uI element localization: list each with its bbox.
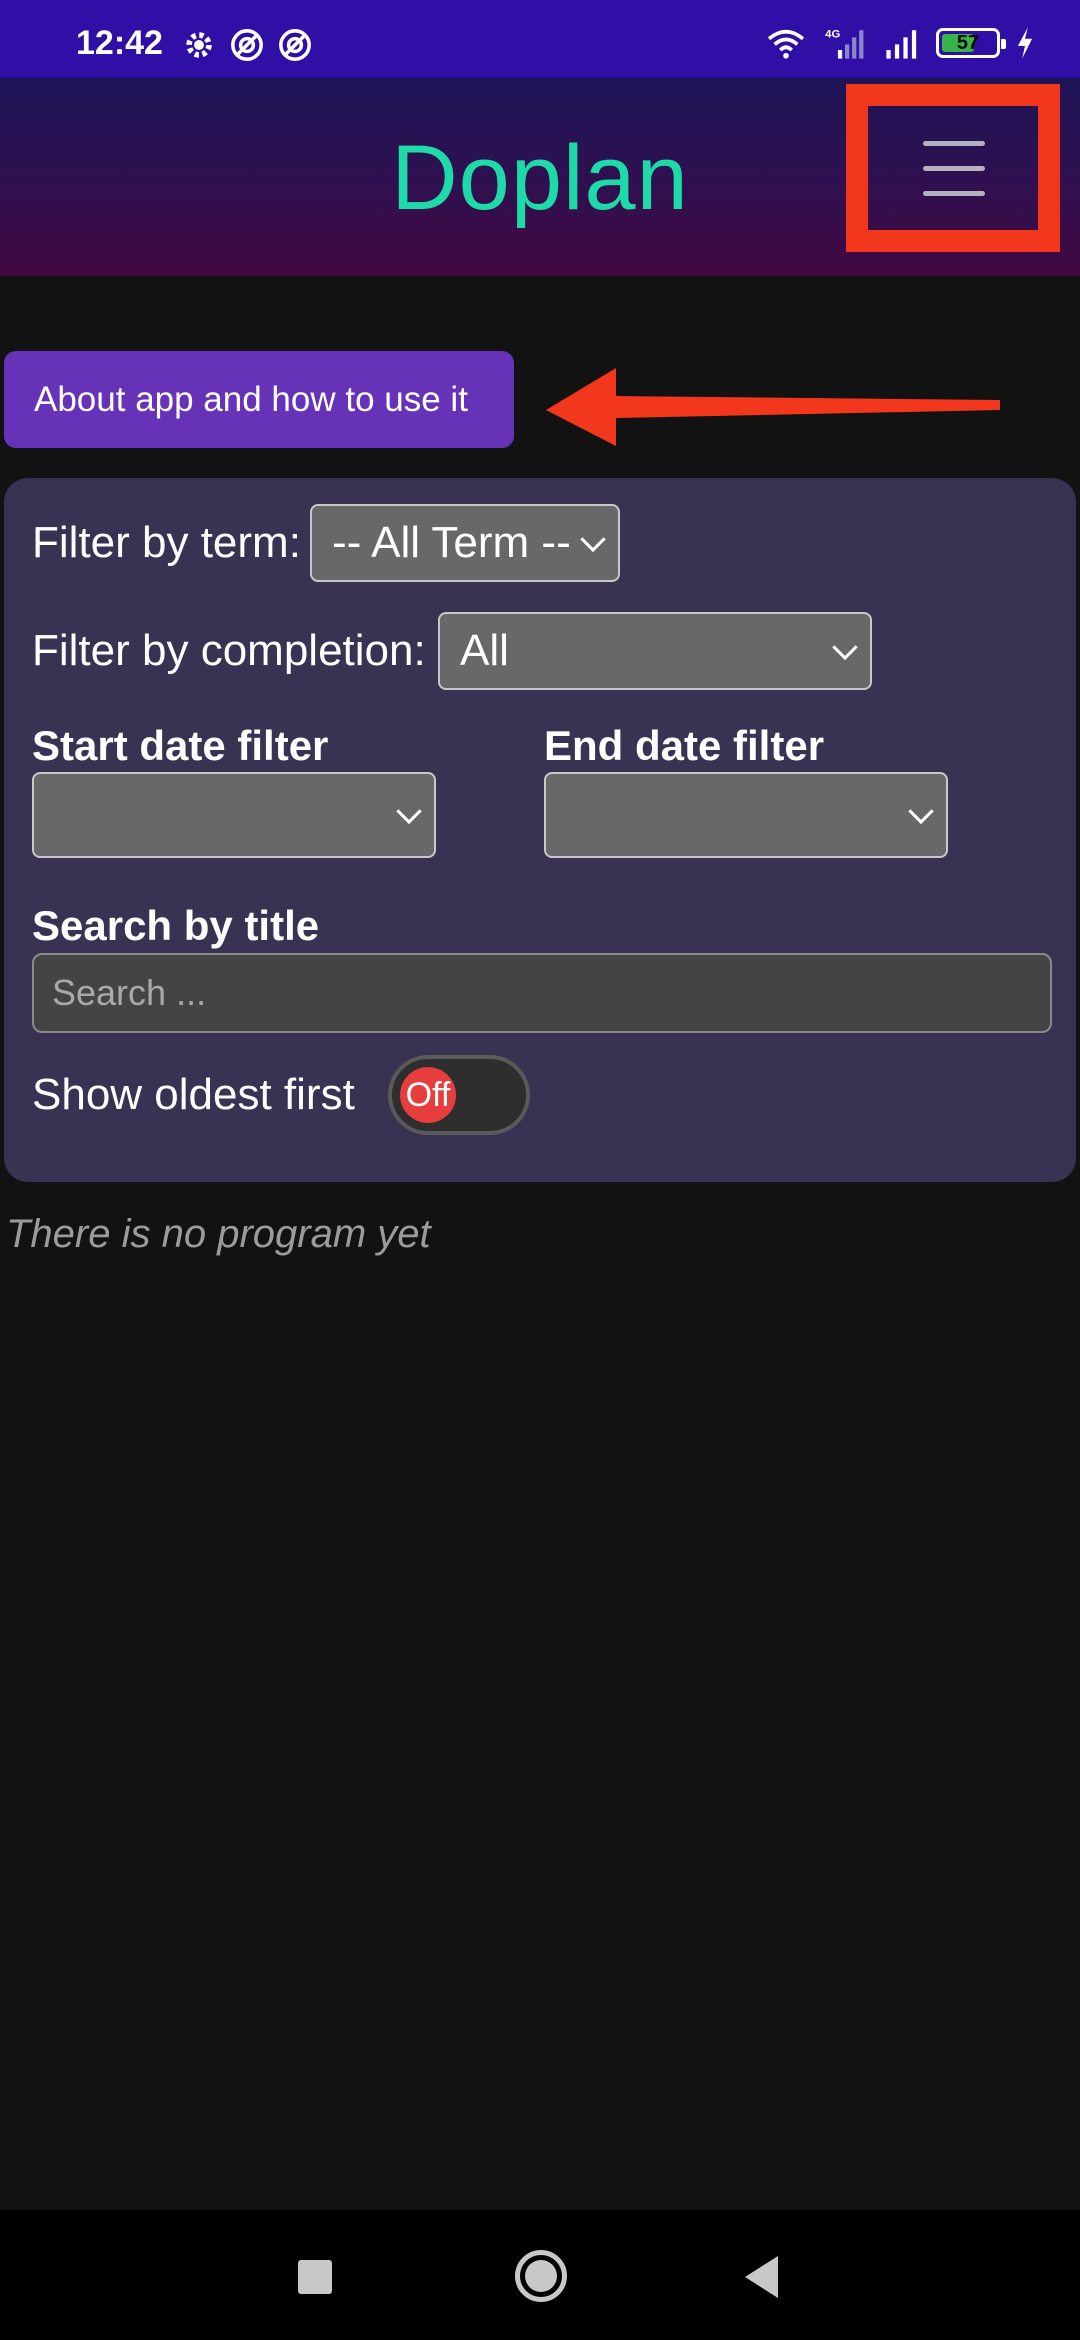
chevron-down-icon: [832, 634, 858, 661]
wifi-icon: [767, 29, 805, 59]
app-notification-icon: [231, 29, 263, 61]
end-date-filter-select[interactable]: [544, 772, 948, 858]
battery-level: 57: [956, 31, 980, 54]
toggle-knob: Off: [400, 1067, 456, 1123]
hamburger-menu-button[interactable]: [866, 106, 1042, 230]
term-filter-value: -- All Term --: [332, 518, 571, 567]
end-date-filter-label: End date filter: [544, 722, 825, 769]
back-button[interactable]: [742, 2254, 782, 2300]
completion-filter-label: Filter by completion:: [32, 626, 426, 675]
toggle-state-text: Off: [405, 1075, 451, 1114]
app-notification-icon: [279, 29, 311, 61]
app-header: Doplan: [0, 78, 1080, 276]
back-triangle-icon: [745, 2256, 778, 2298]
term-filter-select[interactable]: -- All Term --: [310, 504, 620, 582]
battery-icon: 57: [936, 28, 1006, 58]
filter-panel: Filter by term: -- All Term -- Filter by…: [4, 478, 1076, 1182]
search-input[interactable]: [32, 953, 1052, 1033]
start-date-filter-select[interactable]: [32, 772, 436, 858]
mobile-signal-icon: [886, 30, 917, 59]
status-system-icons: 4G 57: [764, 26, 1036, 60]
recent-apps-button[interactable]: [298, 2260, 332, 2294]
term-filter-label: Filter by term:: [32, 518, 301, 567]
oldest-first-toggle[interactable]: Off: [388, 1055, 530, 1135]
empty-state-message: There is no program yet: [6, 1212, 431, 1256]
start-date-filter-label: Start date filter: [32, 722, 329, 769]
system-nav-bar: [0, 2210, 1080, 2340]
settings-gear-icon: [186, 32, 212, 58]
hamburger-menu-icon: [923, 140, 985, 146]
app-screen: 12:42 4G 57 Doplan About app and how to …: [0, 0, 1080, 2340]
search-title-label: Search by title: [32, 902, 320, 949]
home-button[interactable]: [515, 2250, 567, 2302]
chevron-down-icon: [908, 798, 934, 825]
completion-filter-select[interactable]: All: [438, 612, 872, 690]
about-app-button[interactable]: About app and how to use it: [4, 351, 514, 448]
oldest-first-label: Show oldest first: [32, 1070, 355, 1119]
status-time: 12:42: [76, 24, 163, 62]
mobile-signal-4g-icon: 4G: [825, 28, 864, 59]
chevron-down-icon: [396, 798, 422, 825]
completion-filter-value: All: [460, 626, 509, 675]
status-bar: 12:42 4G 57: [0, 0, 1080, 78]
status-notification-icons: [182, 28, 312, 62]
annotation-arrow-icon: [546, 368, 1000, 446]
chevron-down-icon: [580, 526, 606, 553]
svg-text:4G: 4G: [825, 28, 840, 40]
charging-bolt-icon: [1017, 27, 1033, 59]
home-circle-icon: [525, 2260, 557, 2292]
